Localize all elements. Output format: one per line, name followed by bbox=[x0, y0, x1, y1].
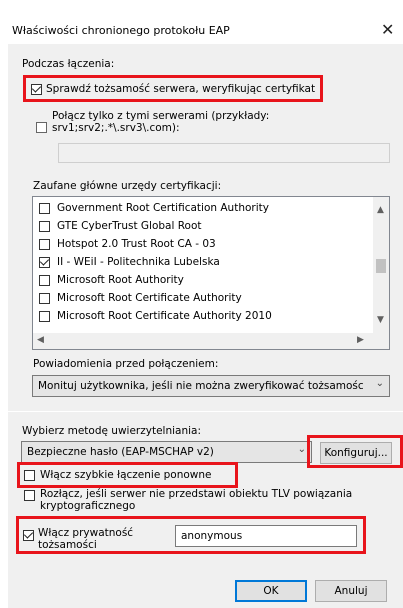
connect-to-servers-checkbox[interactable] bbox=[36, 122, 47, 133]
auth-method-dropdown[interactable]: Bezpieczne hasło (EAP-MSCHAP v2) ⌄ bbox=[21, 441, 312, 463]
notifications-selected: Monituj użytkownika, jeśli nie można zwe… bbox=[38, 380, 363, 392]
trusted-ca-list[interactable]: Government Root Certification Authority … bbox=[32, 196, 390, 350]
fast-reconnect-checkbox[interactable] bbox=[24, 470, 35, 481]
notifications-label: Powiadomienia przed połączeniem: bbox=[33, 358, 219, 370]
identity-privacy-input[interactable]: anonymous bbox=[175, 525, 357, 547]
chevron-down-icon: ⌄ bbox=[375, 378, 384, 389]
identity-privacy-checkbox[interactable] bbox=[23, 530, 34, 541]
ca-checkbox[interactable] bbox=[39, 275, 50, 286]
scrollbar-corner bbox=[373, 333, 389, 349]
list-item[interactable]: Microsoft Root Authority bbox=[37, 273, 367, 289]
divider bbox=[8, 411, 403, 412]
ca-label: Microsoft Root Certificate Authority 201… bbox=[57, 310, 272, 322]
scroll-right-icon[interactable]: ▶ bbox=[357, 335, 364, 345]
verify-server-label: Sprawdź tożsamość serwera, weryfikując c… bbox=[46, 83, 316, 95]
chevron-down-icon: ⌄ bbox=[297, 444, 306, 455]
list-item[interactable]: Hotspot 2.0 Trust Root CA - 03 bbox=[37, 237, 367, 253]
ca-checkbox[interactable] bbox=[39, 293, 50, 304]
auth-method-selected: Bezpieczne hasło (EAP-MSCHAP v2) bbox=[27, 446, 214, 458]
title-bar bbox=[0, 0, 403, 44]
close-icon[interactable]: ✕ bbox=[381, 20, 394, 39]
scrollbar-thumb[interactable] bbox=[376, 259, 386, 273]
connect-section-label: Podczas łączenia: bbox=[22, 58, 115, 70]
servers-input[interactable] bbox=[58, 143, 390, 163]
ca-checkbox[interactable] bbox=[39, 203, 50, 214]
configure-button[interactable]: Konfiguruj... bbox=[320, 442, 392, 464]
list-item[interactable]: Government Root Certification Authority bbox=[37, 201, 367, 217]
trusted-ca-label: Zaufane główne urzędy certyfikacji: bbox=[33, 180, 222, 192]
cancel-button[interactable]: Anuluj bbox=[315, 580, 387, 602]
vertical-scrollbar[interactable]: ▲ ▼ bbox=[373, 197, 389, 333]
ca-label: Hotspot 2.0 Trust Root CA - 03 bbox=[57, 238, 216, 250]
list-item[interactable]: GTE CyberTrust Global Root bbox=[37, 219, 367, 235]
ca-label: Microsoft Root Authority bbox=[57, 274, 184, 286]
ca-checkbox[interactable] bbox=[39, 239, 50, 250]
scroll-down-icon[interactable]: ▼ bbox=[377, 315, 384, 325]
scroll-up-icon[interactable]: ▲ bbox=[377, 205, 384, 215]
ca-label: Government Root Certification Authority bbox=[57, 202, 269, 214]
scroll-left-icon[interactable]: ◀ bbox=[37, 335, 44, 345]
ca-label: Microsoft Root Certificate Authority bbox=[57, 292, 242, 304]
list-item[interactable]: Microsoft Root Certificate Authority 201… bbox=[37, 309, 367, 325]
disconnect-tlv-label: Rozłącz, jeśli serwer nie przedstawi obi… bbox=[40, 488, 353, 512]
ca-label: II - WEiI - Politechnika Lubelska bbox=[57, 256, 220, 268]
list-item[interactable]: Microsoft Root Certificate Authority bbox=[37, 291, 367, 307]
ok-button[interactable]: OK bbox=[235, 580, 307, 602]
list-item[interactable]: II - WEiI - Politechnika Lubelska bbox=[37, 255, 367, 271]
ca-checkbox[interactable] bbox=[39, 221, 50, 232]
identity-privacy-label: Włącz prywatność tożsamości bbox=[38, 527, 134, 551]
ca-checkbox[interactable] bbox=[39, 257, 50, 268]
horizontal-scrollbar[interactable]: ◀ ▶ bbox=[33, 333, 373, 349]
verify-server-checkbox[interactable] bbox=[31, 84, 42, 95]
ca-label: GTE CyberTrust Global Root bbox=[57, 220, 202, 232]
ca-checkbox[interactable] bbox=[39, 311, 50, 322]
notifications-dropdown[interactable]: Monituj użytkownika, jeśli nie można zwe… bbox=[32, 375, 390, 397]
connect-to-servers-label: Połącz tylko z tymi serwerami (przykłady… bbox=[52, 110, 270, 134]
fast-reconnect-label: Włącz szybkie łączenie ponowne bbox=[40, 469, 212, 481]
window-title: Właściwości chronionego protokołu EAP bbox=[12, 24, 230, 37]
auth-method-label: Wybierz metodę uwierzytelniania: bbox=[22, 425, 202, 437]
disconnect-tlv-checkbox[interactable] bbox=[24, 490, 35, 501]
